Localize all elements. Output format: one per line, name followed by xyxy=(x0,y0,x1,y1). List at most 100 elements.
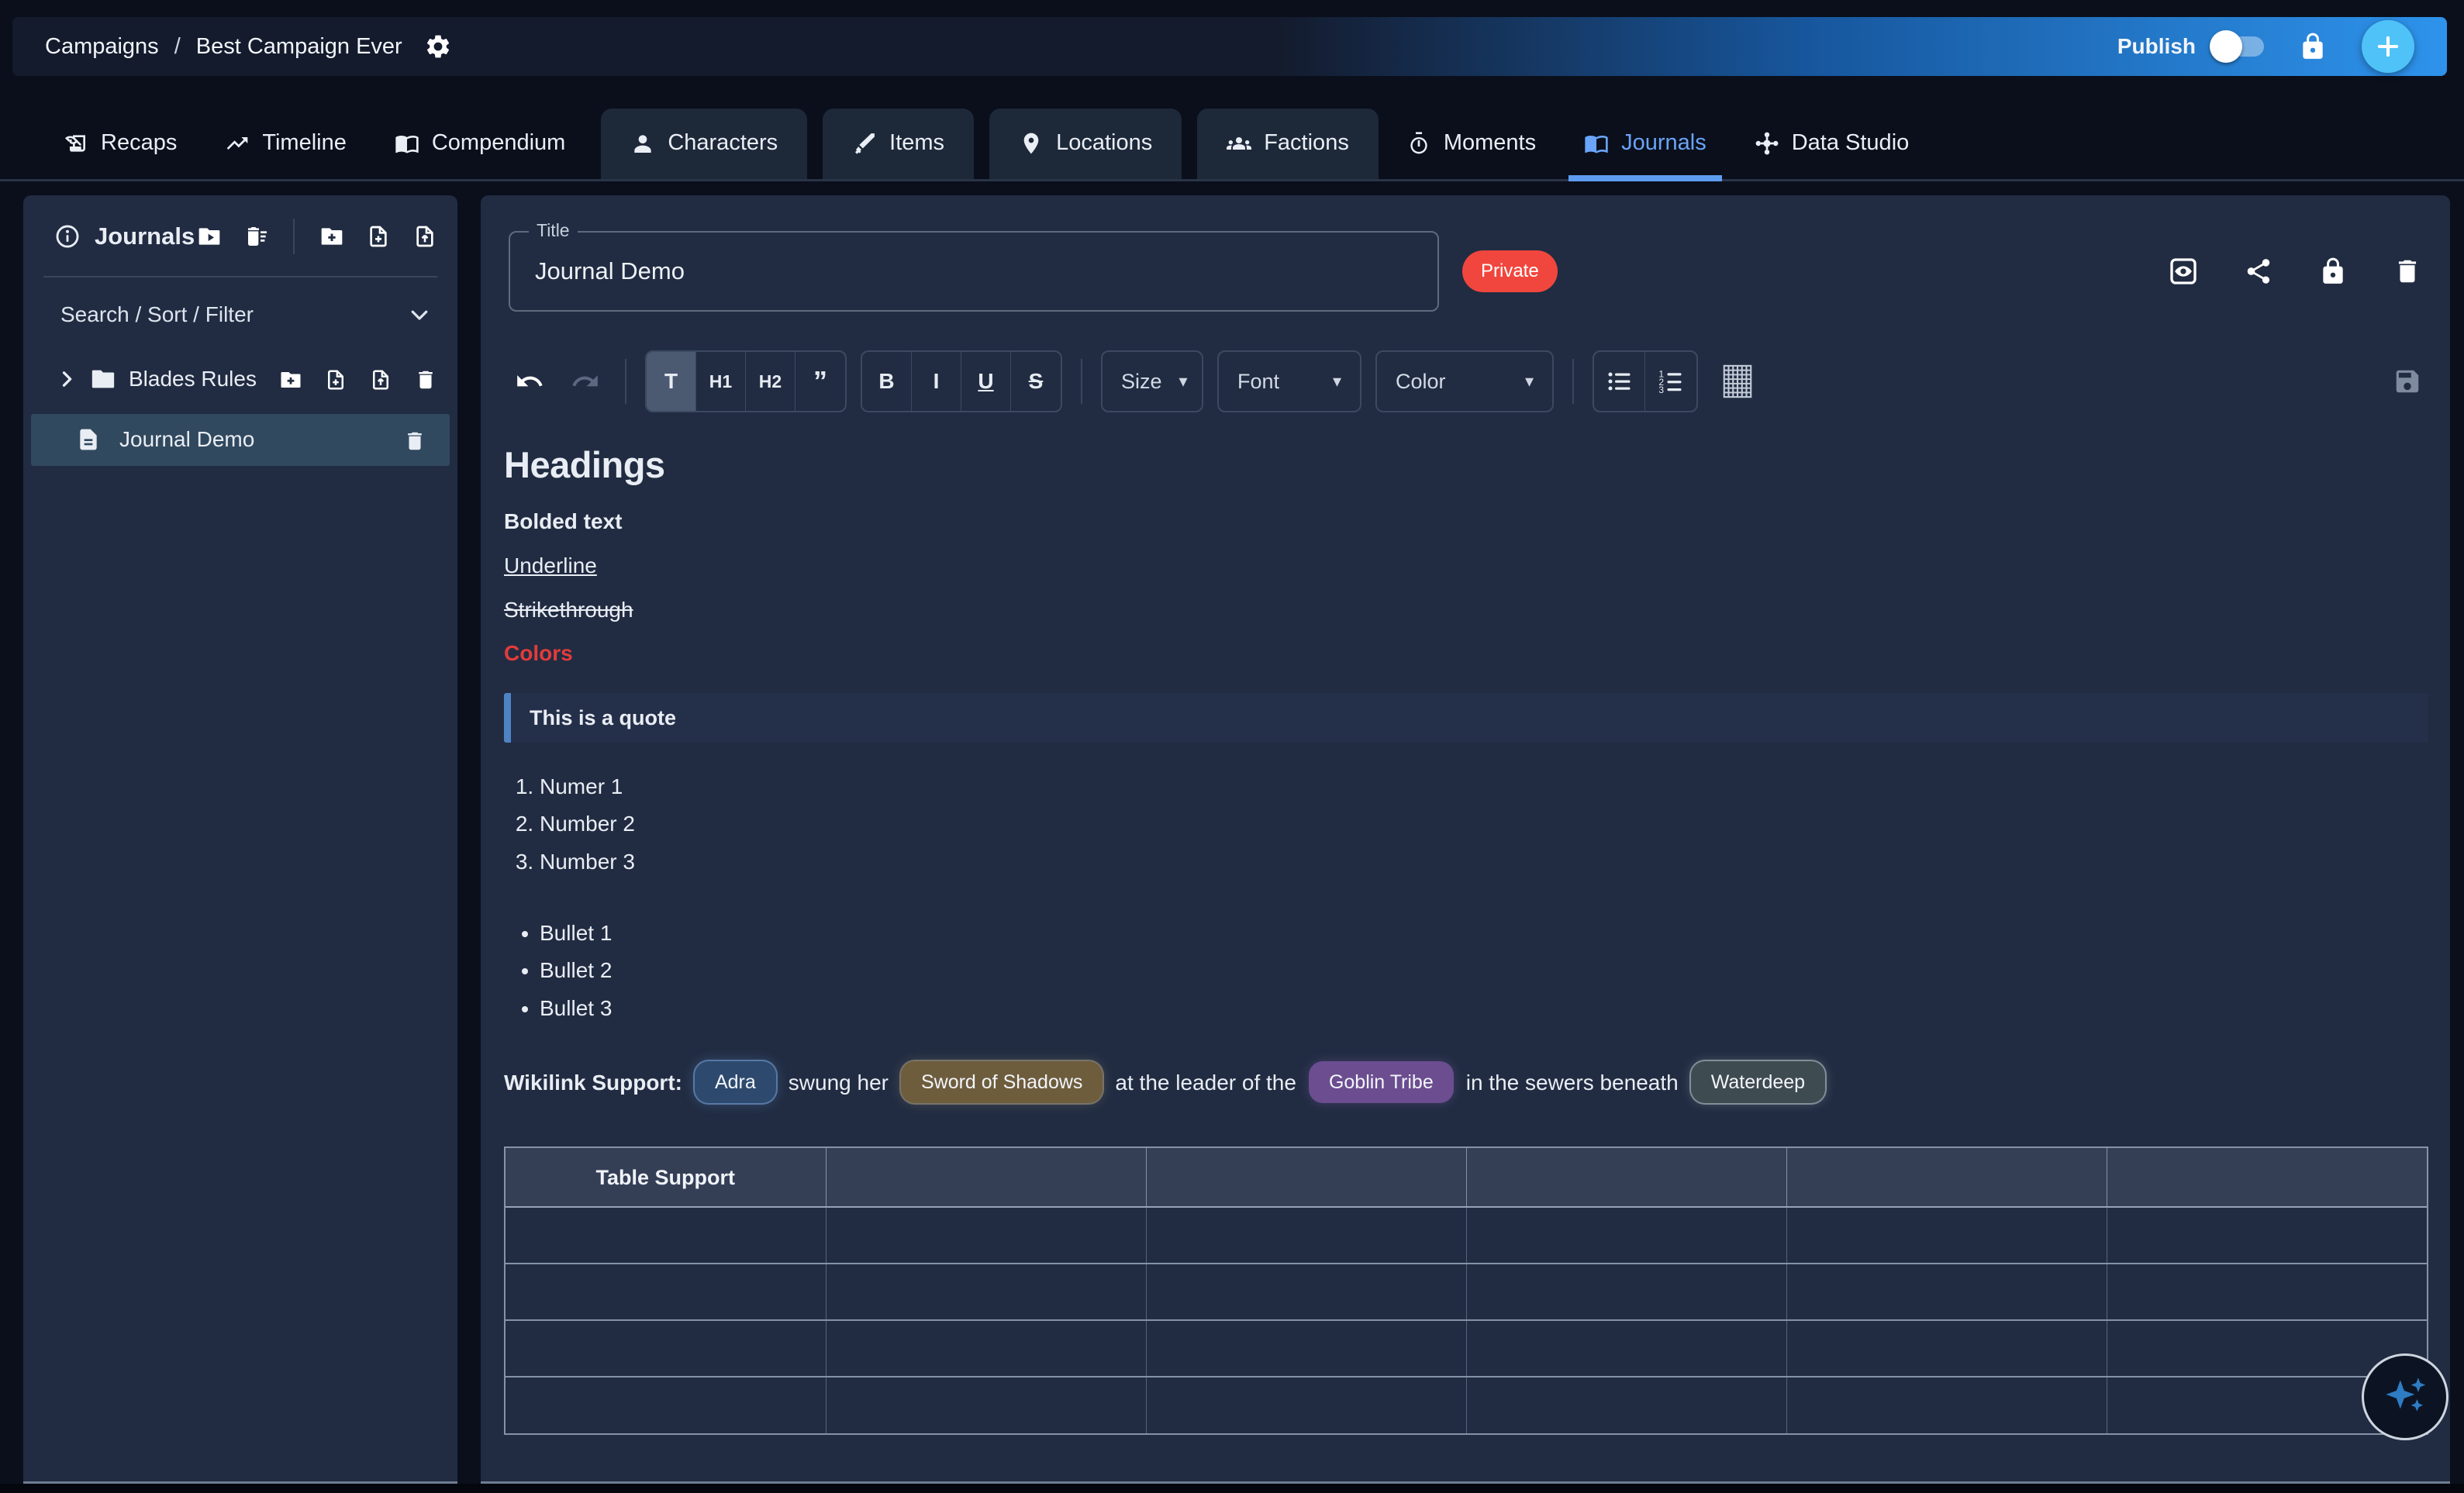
blockquote-button[interactable]: ” xyxy=(795,352,845,411)
numbered-list-icon[interactable]: 123 xyxy=(1645,352,1696,411)
tab-timeline-label: Timeline xyxy=(262,130,347,156)
publish-toggle[interactable] xyxy=(2214,36,2264,57)
chevron-right-icon[interactable] xyxy=(56,368,78,390)
folder-new-subfolder-icon[interactable] xyxy=(279,367,302,392)
strikethrough-button[interactable]: S xyxy=(1011,352,1061,411)
tab-characters[interactable]: Characters xyxy=(601,109,807,179)
format-group: B I U S xyxy=(861,350,1062,412)
table-header-cell[interactable]: Table Support xyxy=(506,1148,826,1207)
campaign-lock-icon[interactable] xyxy=(2298,32,2328,61)
preview-icon[interactable] xyxy=(2168,256,2199,287)
tab-data-studio-label: Data Studio xyxy=(1792,130,1910,156)
document-delete-icon[interactable] xyxy=(403,427,426,453)
delete-journal-icon[interactable] xyxy=(2393,257,2422,286)
underline-button[interactable]: U xyxy=(961,352,1011,411)
tab-characters-label: Characters xyxy=(668,130,778,156)
tab-items[interactable]: Items xyxy=(823,109,974,179)
tab-data-studio[interactable]: Data Studio xyxy=(1734,130,1930,179)
folder-row-blades-rules[interactable]: Blades Rules xyxy=(23,350,457,406)
table-cell[interactable] xyxy=(506,1207,826,1264)
tab-moments[interactable]: Moments xyxy=(1386,130,1556,179)
bullet-list-item: Bullet 2 xyxy=(540,957,2428,984)
style-normal-button[interactable]: T xyxy=(647,352,696,411)
table-cell[interactable] xyxy=(1466,1377,1786,1433)
table-cell[interactable] xyxy=(2107,1207,2427,1264)
table-cell[interactable] xyxy=(1466,1207,1786,1264)
table-row xyxy=(506,1320,2427,1377)
style-h1-button[interactable]: H1 xyxy=(696,352,746,411)
bullet-list-icon[interactable] xyxy=(1594,352,1645,411)
tab-journals[interactable]: Journals xyxy=(1564,130,1727,179)
import-document-icon[interactable] xyxy=(412,224,437,249)
privacy-badge[interactable]: Private xyxy=(1462,250,1558,292)
table-header-cell[interactable] xyxy=(2107,1148,2427,1207)
folder-new-document-icon[interactable] xyxy=(324,367,347,392)
table-cell[interactable] xyxy=(826,1320,1146,1377)
table-header-cell[interactable] xyxy=(1146,1148,1466,1207)
lock-icon[interactable] xyxy=(2318,257,2348,286)
bold-button[interactable]: B xyxy=(862,352,912,411)
wikilink-text: at the leader of the xyxy=(1115,1070,1296,1096)
wikilink-pill-adra[interactable]: Adra xyxy=(695,1061,776,1103)
font-dropdown[interactable]: Font ▾ xyxy=(1217,350,1361,412)
document-icon xyxy=(76,427,101,452)
insert-table-icon[interactable] xyxy=(1720,364,1755,399)
table-cell[interactable] xyxy=(2107,1264,2427,1320)
table-cell[interactable] xyxy=(1786,1207,2107,1264)
table-cell[interactable] xyxy=(826,1377,1146,1433)
undo-icon[interactable] xyxy=(509,367,550,396)
color-dropdown[interactable]: Color ▾ xyxy=(1375,350,1554,412)
add-button[interactable] xyxy=(2362,20,2414,73)
tab-timeline[interactable]: Timeline xyxy=(205,130,367,179)
save-icon[interactable] xyxy=(2393,367,2422,396)
table-cell[interactable] xyxy=(1146,1320,1466,1377)
new-document-icon[interactable] xyxy=(366,224,391,249)
tab-locations[interactable]: Locations xyxy=(989,109,1182,179)
table-header-cell[interactable] xyxy=(1786,1148,2107,1207)
title-input[interactable]: Title Journal Demo xyxy=(509,231,1439,312)
table-header-cell[interactable] xyxy=(1466,1148,1786,1207)
table-cell[interactable] xyxy=(1146,1377,1466,1433)
table-cell[interactable] xyxy=(1466,1264,1786,1320)
info-icon[interactable] xyxy=(54,223,81,250)
bottom-strip xyxy=(0,1484,2464,1493)
size-dropdown[interactable]: Size ▾ xyxy=(1101,350,1203,412)
wikilink-pill-goblin-tribe[interactable]: Goblin Tribe xyxy=(1309,1061,1454,1103)
campaign-settings-gear-icon[interactable] xyxy=(424,33,452,60)
color-dropdown-label: Color xyxy=(1396,370,1446,394)
sparkles-icon xyxy=(2376,1368,2434,1426)
ai-assistant-button[interactable] xyxy=(2362,1353,2448,1440)
search-sort-filter-accordion[interactable]: Search / Sort / Filter xyxy=(23,278,457,350)
wikilink-pill-waterdeep[interactable]: Waterdeep xyxy=(1691,1061,1825,1103)
table-cell[interactable] xyxy=(1466,1320,1786,1377)
folder-import-icon[interactable] xyxy=(369,367,392,392)
table-cell[interactable] xyxy=(506,1377,826,1433)
document-row-journal-demo-selected[interactable]: Journal Demo xyxy=(31,414,450,466)
tab-recaps[interactable]: Recaps xyxy=(43,130,197,179)
italic-button[interactable]: I xyxy=(912,352,961,411)
folder-icon xyxy=(90,366,116,392)
style-h2-button[interactable]: H2 xyxy=(746,352,795,411)
table-cell[interactable] xyxy=(826,1264,1146,1320)
move-to-folder-icon[interactable] xyxy=(197,224,222,249)
table-cell[interactable] xyxy=(1786,1320,2107,1377)
share-icon[interactable] xyxy=(2244,257,2273,286)
table-cell[interactable] xyxy=(1146,1207,1466,1264)
rich-text-content[interactable]: Headings Bolded text Underline Strikethr… xyxy=(504,433,2428,1435)
table-cell[interactable] xyxy=(826,1207,1146,1264)
new-folder-icon[interactable] xyxy=(319,224,344,249)
table-cell[interactable] xyxy=(506,1320,826,1377)
tab-locations-label: Locations xyxy=(1056,130,1152,156)
table-cell[interactable] xyxy=(506,1264,826,1320)
table-cell[interactable] xyxy=(1786,1377,2107,1433)
tab-compendium[interactable]: Compendium xyxy=(374,130,585,179)
tab-factions[interactable]: Factions xyxy=(1197,109,1379,179)
table-cell[interactable] xyxy=(1146,1264,1466,1320)
breadcrumb-campaigns-link[interactable]: Campaigns xyxy=(45,34,159,60)
redo-icon[interactable] xyxy=(564,367,606,396)
folder-delete-icon[interactable] xyxy=(414,367,437,392)
bulk-delete-icon[interactable] xyxy=(243,224,268,249)
wikilink-pill-sword-of-shadows[interactable]: Sword of Shadows xyxy=(901,1061,1103,1103)
table-header-cell[interactable] xyxy=(826,1148,1146,1207)
table-cell[interactable] xyxy=(1786,1264,2107,1320)
